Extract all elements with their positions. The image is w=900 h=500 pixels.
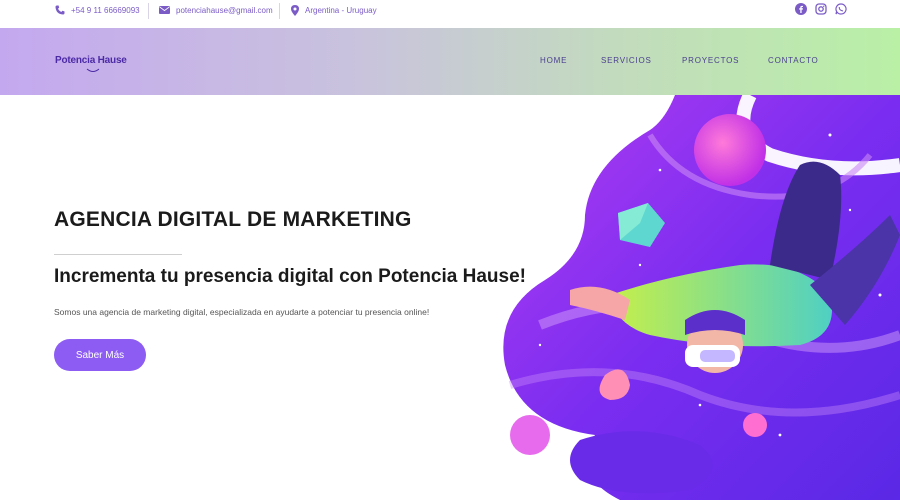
social-links [789,3,849,17]
nav-proyectos[interactable]: PROYECTOS [682,56,739,65]
site-logo[interactable]: Potencia Hause [55,55,127,66]
phone-number: +54 9 11 66669093 [71,5,140,15]
location-text: Argentina - Uruguay [305,5,377,15]
email-contact[interactable]: potenciahause@gmail.com [159,0,273,20]
phone-contact[interactable]: +54 9 11 66669093 [55,0,140,20]
hero-subtitle: Incrementa tu presencia digital con Pote… [54,266,526,287]
nav-servicios[interactable]: SERVICIOS [601,56,652,65]
email-address: potenciahause@gmail.com [176,5,273,15]
facebook-icon[interactable] [795,3,809,17]
site-header: Potencia Hause HOME SERVICIOS PROYECTOS … [0,28,900,95]
mail-icon [159,6,170,14]
saber-mas-button[interactable]: Saber Más [54,339,146,371]
location-pin-icon [291,4,299,16]
hero-title: AGENCIA DIGITAL DE MARKETING [54,208,412,231]
instagram-icon[interactable] [815,3,829,17]
logo-swoosh-icon [86,68,100,72]
location-info: Argentina - Uruguay [291,0,377,20]
vr-space-illustration [503,95,900,500]
divider [148,3,149,19]
hero-description: Somos una agencia de marketing digital, … [54,307,430,317]
divider [279,3,280,19]
whatsapp-icon[interactable] [835,3,849,17]
nav-home[interactable]: HOME [540,56,567,65]
nav-contacto[interactable]: CONTACTO [768,56,819,65]
top-info-bar: +54 9 11 66669093 potenciahause@gmail.co… [0,0,900,28]
hero-divider [54,254,182,255]
hero-illustration [500,95,900,500]
phone-icon [55,5,65,15]
